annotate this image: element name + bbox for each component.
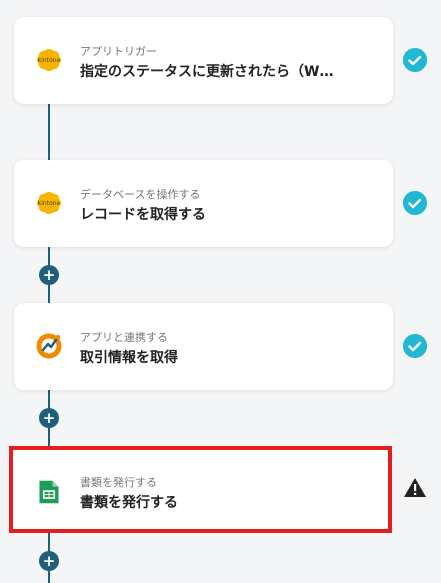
check-icon (403, 334, 427, 358)
add-step-button[interactable]: + (39, 265, 59, 285)
warning-icon (404, 478, 426, 497)
step-title: 取引情報を取得 (80, 350, 178, 366)
step-title: 指定のステータスに更新されたら（W… (80, 64, 334, 80)
add-step-button[interactable]: + (39, 408, 59, 428)
freee-icon (36, 333, 62, 359)
step-title: レコードを取得する (80, 207, 206, 223)
step-subtitle: アプリと連携する (80, 331, 168, 344)
step-subtitle: 書類を発行する (80, 476, 157, 489)
flow-step-get-record[interactable]: kintone データベースを操作する レコードを取得する (14, 160, 393, 247)
flow-step-issue-document[interactable]: 書類を発行する 書類を発行する (9, 446, 392, 533)
svg-text:kintone: kintone (38, 57, 61, 64)
flow-step-get-transaction[interactable]: アプリと連携する 取引情報を取得 (14, 303, 393, 390)
svg-text:kintone: kintone (38, 200, 61, 207)
kintone-icon: kintone (37, 192, 61, 214)
add-step-button[interactable]: + (39, 551, 59, 571)
check-icon (403, 191, 427, 215)
google-sheets-icon (39, 480, 59, 504)
check-icon (403, 48, 427, 72)
flow-step-trigger[interactable]: kintone アプリトリガー 指定のステータスに更新されたら（W… (14, 17, 393, 104)
kintone-icon: kintone (37, 49, 61, 71)
connector-line (48, 104, 50, 160)
step-subtitle: アプリトリガー (80, 45, 157, 58)
step-subtitle: データベースを操作する (80, 188, 201, 201)
workflow-canvas: + + + kintone アプリトリガー 指定のステータスに更新されたら（W…… (0, 0, 441, 583)
step-title: 書類を発行する (80, 495, 178, 511)
